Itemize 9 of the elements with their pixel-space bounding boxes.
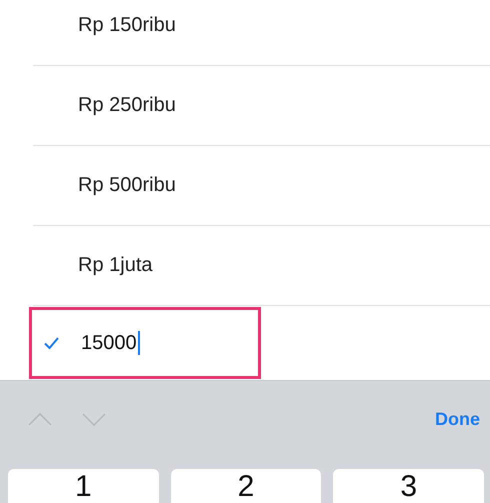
number-key[interactable]: 2 [170, 469, 322, 503]
option-label[interactable]: Rp 1juta [78, 254, 152, 277]
option-label[interactable]: Rp 150ribu [78, 14, 176, 37]
number-key[interactable]: 3 [333, 469, 484, 503]
number-key[interactable]: 1 [8, 469, 159, 503]
text-cursor [138, 331, 140, 355]
input-field[interactable]: 15000 [81, 332, 137, 354]
option-label[interactable]: Rp 250ribu [78, 94, 176, 117]
option-label[interactable]: Rp 500ribu [78, 174, 176, 197]
